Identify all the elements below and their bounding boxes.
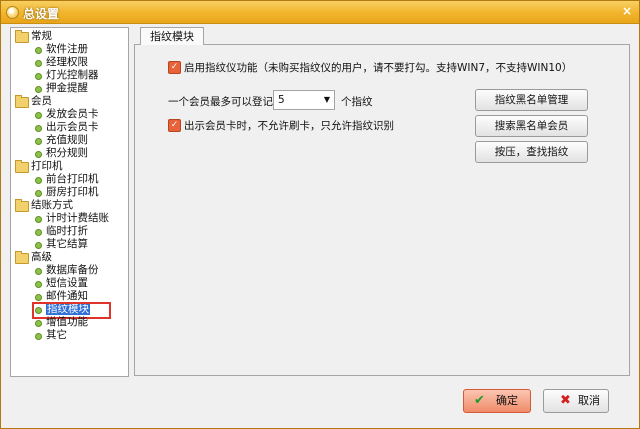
- tree-item[interactable]: 发放会员卡: [11, 108, 128, 121]
- bullet-icon: [35, 151, 42, 158]
- tree-category[interactable]: 会员: [11, 95, 128, 108]
- tree-item[interactable]: 其它结算: [11, 238, 128, 251]
- tree-item-label: 指纹模块: [46, 303, 90, 315]
- max-fingerprints-label: 一个会员最多可以登记: [168, 96, 273, 108]
- tree-item-label: 其它: [46, 329, 67, 341]
- bullet-icon: [35, 294, 42, 301]
- tree-item[interactable]: 临时打折: [11, 225, 128, 238]
- tree-item-label: 前台打印机: [46, 173, 99, 185]
- tab-content: ✓ 启用指纹仪功能（未购买指纹仪的用户，请不要打勾。支持WIN7，不支持WIN1…: [134, 44, 630, 376]
- bullet-icon: [35, 320, 42, 327]
- bullet-icon: [35, 73, 42, 80]
- bullet-icon: [35, 86, 42, 93]
- tree-item[interactable]: 短信设置: [11, 277, 128, 290]
- max-fingerprints-unit: 个指纹: [341, 96, 373, 108]
- bullet-icon: [35, 112, 42, 119]
- tree-item-label: 厨房打印机: [46, 186, 99, 198]
- tree-category[interactable]: 打印机: [11, 160, 128, 173]
- tree-category-label: 结账方式: [31, 199, 73, 211]
- enable-fingerprint-checkbox[interactable]: ✓: [168, 61, 181, 74]
- tree-item[interactable]: 灯光控制器: [11, 69, 128, 82]
- tree-item[interactable]: 厨房打印机: [11, 186, 128, 199]
- fingerprint-only-label: 出示会员卡时，不允许刷卡，只允许指纹识别: [184, 120, 394, 132]
- tree-item[interactable]: 积分规则: [11, 147, 128, 160]
- close-button[interactable]: ×: [619, 4, 635, 19]
- tree-item-label: 充值规则: [46, 134, 88, 146]
- fingerprint-only-checkbox[interactable]: ✓: [168, 119, 181, 132]
- folder-icon: [15, 160, 29, 173]
- tree-category[interactable]: 结账方式: [11, 199, 128, 212]
- tree-item-label: 押金提醒: [46, 82, 88, 94]
- tree-item-label: 经理权限: [46, 56, 88, 68]
- bullet-icon: [35, 268, 42, 275]
- folder-icon: [15, 95, 29, 108]
- folder-icon: [15, 199, 29, 212]
- folder-icon: [15, 30, 29, 43]
- tree-item-label: 软件注册: [46, 43, 88, 55]
- settings-tree[interactable]: 常规 软件注册 经理权限 灯光控制器 押金提醒 会员 发放会员卡 出示会员卡 充值规则 积分规则打…: [10, 27, 129, 377]
- cancel-button[interactable]: ✖ 取消: [543, 389, 609, 413]
- tree-item[interactable]: 数据库备份: [11, 264, 128, 277]
- max-fingerprints-select[interactable]: 5 ▼: [273, 90, 335, 110]
- tree-item-label: 邮件通知: [46, 290, 88, 302]
- tree-category[interactable]: 常规: [11, 30, 128, 43]
- tree-item[interactable]: 其它: [11, 329, 128, 342]
- bullet-icon: [35, 281, 42, 288]
- tree-item[interactable]: 指纹模块: [11, 302, 128, 319]
- tree-item-label: 短信设置: [46, 277, 88, 289]
- tree-item[interactable]: 押金提醒: [11, 82, 128, 95]
- settings-panel: 指纹模块 ✓ 启用指纹仪功能（未购买指纹仪的用户，请不要打勾。支持WIN7，不支…: [134, 27, 630, 376]
- title-bar[interactable]: 总设置 ×: [1, 1, 639, 24]
- bullet-icon: [35, 138, 42, 145]
- dropdown-arrow-icon: ▼: [323, 95, 330, 104]
- tree-item[interactable]: 经理权限: [11, 56, 128, 69]
- tree-item[interactable]: 充值规则: [11, 134, 128, 147]
- folder-icon: [15, 251, 29, 264]
- bullet-icon: [35, 190, 42, 197]
- tree-item[interactable]: 软件注册: [11, 43, 128, 56]
- bullet-icon: [35, 125, 42, 132]
- tree-item-label: 出示会员卡: [46, 121, 99, 133]
- tree-item-label: 灯光控制器: [46, 69, 99, 81]
- tree-category-label: 高级: [31, 251, 52, 263]
- tree-item-label: 积分规则: [46, 147, 88, 159]
- tree-item[interactable]: 出示会员卡: [11, 121, 128, 134]
- tree-category-label: 打印机: [31, 160, 63, 172]
- bullet-icon: [35, 229, 42, 236]
- tree-item-label: 数据库备份: [46, 264, 99, 276]
- bullet-icon: [35, 242, 42, 249]
- tree-item-label: 发放会员卡: [46, 108, 99, 120]
- bullet-icon: [35, 216, 42, 223]
- window-title: 总设置: [23, 7, 60, 21]
- cancel-button-label: 取消: [578, 394, 600, 407]
- tree-item-label: 增值功能: [46, 316, 88, 328]
- tree-item-label: 其它结算: [46, 238, 88, 250]
- check-icon: ✔: [474, 393, 485, 408]
- tree-item-label: 临时打折: [46, 225, 88, 237]
- fingerprint-blacklist-button[interactable]: 指纹黑名单管理: [475, 89, 588, 111]
- tree-item[interactable]: 增值功能: [11, 316, 128, 329]
- bullet-icon: [35, 60, 42, 67]
- bullet-icon: [35, 177, 42, 184]
- bullet-icon: [35, 307, 42, 314]
- press-find-fingerprint-button[interactable]: 按压，查找指纹: [475, 141, 588, 163]
- tree-item[interactable]: 前台打印机: [11, 173, 128, 186]
- tree-category-label: 常规: [31, 30, 52, 42]
- app-icon: [6, 6, 19, 19]
- ok-button-label: 确定: [496, 394, 518, 407]
- max-fingerprints-value: 5: [278, 94, 285, 106]
- settings-window: 总设置 × 常规 软件注册 经理权限 灯光控制器 押金提醒 会员 发放会员卡 出示会员卡 充值规…: [0, 0, 640, 429]
- tree-item[interactable]: 计时计费结账: [11, 212, 128, 225]
- enable-fingerprint-label: 启用指纹仪功能（未购买指纹仪的用户，请不要打勾。支持WIN7，不支持WIN10）: [184, 62, 573, 74]
- tree-category[interactable]: 高级: [11, 251, 128, 264]
- bullet-icon: [35, 333, 42, 340]
- x-icon: ✖: [560, 393, 571, 408]
- tree-item-label: 计时计费结账: [46, 212, 109, 224]
- search-blacklist-member-button[interactable]: 搜索黑名单会员: [475, 115, 588, 137]
- tree-category-label: 会员: [31, 95, 52, 107]
- ok-button[interactable]: ✔ 确定: [463, 389, 531, 413]
- bullet-icon: [35, 47, 42, 54]
- tab-fingerprint-module[interactable]: 指纹模块: [140, 27, 204, 45]
